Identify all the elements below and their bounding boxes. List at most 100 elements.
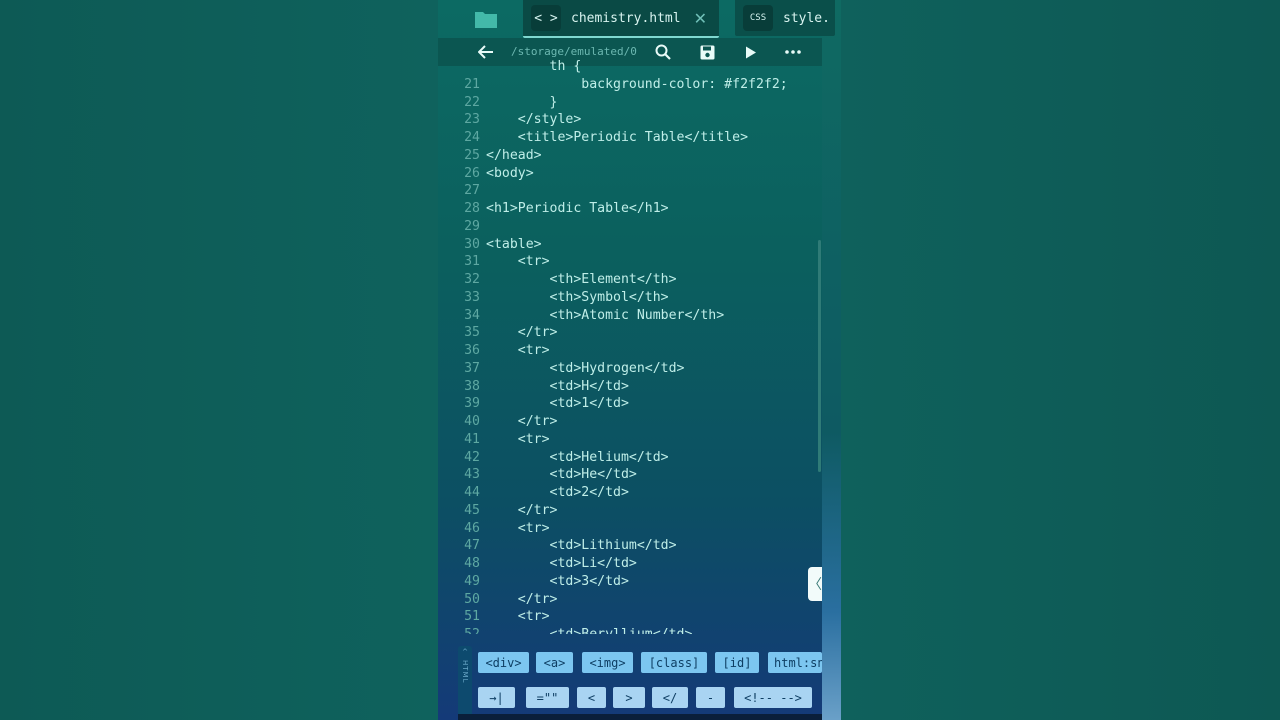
code-text: <tr> [486, 343, 550, 358]
code-line[interactable]: 49 <td>3</td> [438, 573, 822, 591]
screen-edge [822, 0, 841, 720]
line-number: 25 [464, 147, 480, 163]
code-text: <td>He</td> [486, 467, 637, 483]
line-number: 21 [464, 76, 480, 92]
code-text: <tr> [486, 520, 550, 536]
code-line[interactable]: 26 <body> [438, 165, 822, 183]
scrollbar[interactable] [818, 240, 821, 472]
code-text: <title>Periodic Table</title> [486, 130, 749, 145]
code-text: <td>Lithium</td> [486, 538, 677, 554]
line-number: 45 [464, 502, 480, 518]
tab-chemistry-html[interactable]: < > chemistry.html ✕ [523, 0, 719, 38]
snippet-button[interactable]: [class] [641, 652, 707, 673]
code-line[interactable]: 31 <tr> [438, 253, 822, 271]
panel-label: HTML [461, 660, 469, 684]
code-line[interactable]: 41 <tr> [438, 431, 822, 449]
code-line[interactable]: 22 } [438, 94, 822, 112]
code-line[interactable]: 37 <td>Hydrogen</td> [438, 360, 822, 378]
line-number: 31 [464, 254, 480, 270]
code-line[interactable]: 47 <td>Lithium</td> [438, 537, 822, 555]
code-text: <th>Atomic Number</th> [486, 307, 725, 323]
code-text: <td>2</td> [486, 485, 629, 500]
snippet-button[interactable]: html:sn [768, 652, 822, 673]
line-number: 23 [464, 112, 480, 128]
code-line[interactable]: 21 background-color: #f2f2f2; [438, 76, 822, 94]
line-number: 41 [464, 431, 480, 447]
line-number: 40 [464, 414, 480, 429]
snippet-button[interactable]: </ [652, 687, 688, 708]
line-number: 51 [464, 609, 480, 625]
code-text: <table> [486, 236, 542, 252]
side-panel-handle[interactable]: 〈 [808, 567, 822, 601]
tab-title: style. [783, 10, 830, 26]
file-path: /storage/emulated/0 [511, 45, 637, 58]
code-line[interactable]: 28 <h1>Periodic Table</h1> [438, 200, 822, 218]
snippet-button[interactable]: <img> [582, 652, 633, 673]
code-line[interactable]: 44 <td>2</td> [438, 484, 822, 502]
code-line[interactable]: 50 </tr> [438, 591, 822, 609]
line-number: 38 [464, 378, 480, 394]
code-text: <tr> [486, 431, 550, 447]
snippet-button[interactable]: [id] [715, 652, 759, 673]
line-number: 46 [464, 520, 480, 536]
code-text: </tr> [486, 591, 558, 607]
tab-style-css[interactable]: CSS style. [735, 0, 835, 36]
code-line[interactable]: 27 [438, 182, 822, 200]
code-text: <td>Hydrogen</td> [486, 360, 685, 376]
code-line[interactable]: 48 <td>Li</td> [438, 555, 822, 573]
close-icon[interactable]: ✕ [694, 9, 707, 28]
code-text: <h1>Periodic Table</h1> [486, 201, 669, 216]
snippet-button[interactable]: < [577, 687, 606, 708]
code-line[interactable]: 42 <td>Helium</td> [438, 449, 822, 467]
snippet-button[interactable]: <div> [478, 652, 529, 673]
code-line[interactable]: 30 <table> [438, 236, 822, 254]
code-line[interactable]: th { [438, 58, 822, 76]
tab-bar: < > chemistry.html ✕ CSS style. [438, 0, 835, 38]
line-number: 39 [464, 396, 480, 412]
code-text: </tr> [486, 414, 558, 429]
code-line[interactable]: 51 <tr> [438, 608, 822, 626]
line-number: 28 [464, 201, 480, 216]
code-line[interactable]: 32 <th>Element</th> [438, 271, 822, 289]
code-line[interactable]: 33 <th>Symbol</th> [438, 289, 822, 307]
code-line[interactable]: 46 <tr> [438, 520, 822, 538]
code-text: <td>Beryllium</td> [486, 626, 693, 634]
snippet-panel-label[interactable]: ^ HTML [458, 646, 472, 716]
tab-title: chemistry.html [571, 10, 681, 26]
folder-icon[interactable] [474, 8, 498, 30]
code-line[interactable]: 35 </tr> [438, 324, 822, 342]
code-line[interactable]: 34 <th>Atomic Number</th> [438, 307, 822, 325]
code-line[interactable]: 29 [438, 218, 822, 236]
code-text: background-color: #f2f2f2; [486, 76, 788, 92]
snippet-button[interactable]: ="" [526, 687, 569, 708]
line-number: 32 [464, 272, 480, 287]
line-number: 36 [464, 343, 480, 358]
code-line[interactable]: 24 <title>Periodic Table</title> [438, 129, 822, 147]
snippet-button[interactable]: - [696, 687, 725, 708]
code-line[interactable]: 45 </tr> [438, 502, 822, 520]
snippet-button[interactable]: <a> [536, 652, 573, 673]
code-line[interactable]: 40 </tr> [438, 413, 822, 431]
snippet-button[interactable]: →| [478, 687, 515, 708]
code-line[interactable]: 25 </head> [438, 147, 822, 165]
line-number: 49 [464, 573, 480, 589]
code-line[interactable]: 23 </style> [438, 111, 822, 129]
code-editor[interactable]: th {21 background-color: #f2f2f2; 22 } 23 … [438, 58, 822, 634]
line-number: 29 [464, 218, 480, 234]
code-text: <td>3</td> [486, 573, 629, 589]
code-text: } [486, 94, 558, 110]
code-text: <th>Symbol</th> [486, 289, 669, 305]
snippet-button[interactable]: > [613, 687, 645, 708]
code-text: <th>Element</th> [486, 272, 677, 287]
code-text: <td>H</td> [486, 378, 629, 394]
code-line[interactable]: 43 <td>He</td> [438, 466, 822, 484]
code-line[interactable]: 52 <td>Beryllium</td> [438, 626, 822, 634]
snippet-button[interactable]: <!-- --> [734, 687, 812, 708]
css-file-icon: CSS [743, 5, 773, 31]
code-line[interactable]: 38 <td>H</td> [438, 378, 822, 396]
code-line[interactable]: 39 <td>1</td> [438, 395, 822, 413]
code-line[interactable]: 36 <tr> [438, 342, 822, 360]
line-number: 34 [464, 307, 480, 323]
code-brackets-icon: < > [531, 5, 561, 31]
code-text: <td>Helium</td> [486, 449, 669, 465]
